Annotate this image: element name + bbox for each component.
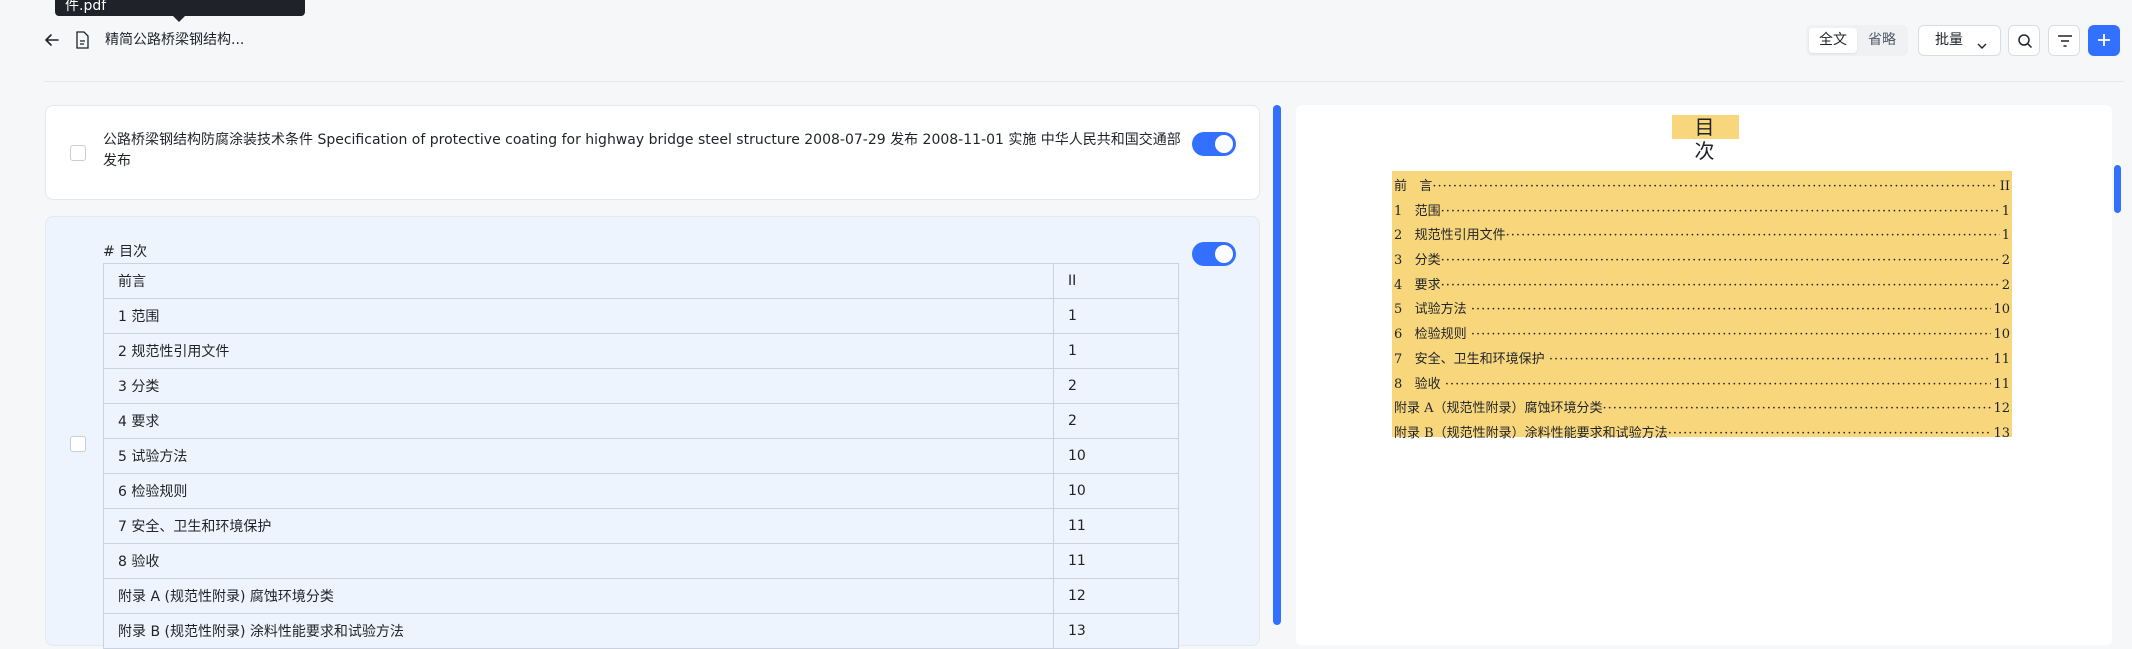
- table-row: 1 范围 1: [103, 298, 1179, 334]
- search-button[interactable]: [2008, 25, 2040, 56]
- toc-cell-label: 附录 A (规范性附录) 腐蚀环境分类: [103, 578, 1054, 614]
- toc-cell-page: 10: [1053, 473, 1179, 509]
- toc-cell-page: 12: [1053, 578, 1179, 614]
- preview-toc-highlight: 前 言 ·····································…: [1392, 171, 2012, 441]
- toc-cell-page: 2: [1053, 368, 1179, 404]
- preview-toc-line: 2 规范性引用文件 ·······························…: [1394, 228, 2010, 244]
- block-toggle[interactable]: [1192, 132, 1236, 156]
- table-row: 5 试验方法 10: [103, 438, 1179, 474]
- table-row: 3 分类 2: [103, 368, 1179, 404]
- toc-cell-page: 2: [1053, 403, 1179, 439]
- toc-cell-label: 5 试验方法: [103, 438, 1054, 474]
- filter-icon: [2058, 35, 2072, 47]
- view-mode-collapsed[interactable]: 省略: [1859, 28, 1905, 53]
- preview-toc-line: 8 验收 ···································…: [1394, 376, 2010, 392]
- tooltip-arrow: [173, 16, 185, 22]
- toc-table: 前言 II 1 范围 1 2 规范性引用文件 1 3 分类 2 4 要求 2 5 试验方法…: [103, 263, 1179, 649]
- toc-cell-page: 1: [1053, 298, 1179, 334]
- preview-toc-line: 4 要求 ····································…: [1394, 277, 2010, 293]
- preview-toc-line: 前 言 ·····································…: [1394, 179, 2010, 194]
- table-row: 7 安全、卫生和环境保护 11: [103, 508, 1179, 544]
- toc-cell-label: 6 检验规则: [103, 473, 1054, 509]
- preview-toc-line: 3 分类 ····································…: [1394, 253, 2010, 269]
- toc-cell-page: 11: [1053, 508, 1179, 544]
- block-text: 公路桥梁钢结构防腐涂装技术条件 Specification of protect…: [103, 132, 1181, 169]
- table-row: 6 检验规则 10: [103, 473, 1179, 509]
- block-toggle[interactable]: [1192, 242, 1236, 266]
- table-row: 前言 II: [103, 263, 1179, 299]
- select-checkbox[interactable]: [70, 436, 86, 452]
- content-block-toc[interactable]: # 目次 前言 II 1 范围 1 2 规范性引用文件 1 3 分类 2 4 要求 2 5…: [45, 216, 1260, 649]
- add-button[interactable]: [2088, 25, 2120, 56]
- preview-toc-line: 1 范围 ····································…: [1394, 203, 2010, 219]
- select-checkbox[interactable]: [70, 145, 86, 161]
- toc-cell-label: 3 分类: [103, 368, 1054, 404]
- batch-label: 批量: [1935, 32, 1963, 48]
- toc-cell-label: 7 安全、卫生和环境保护: [103, 508, 1054, 544]
- table-row: 2 规范性引用文件 1: [103, 333, 1179, 369]
- preview-scrollbar[interactable]: [2114, 165, 2121, 213]
- filename-tooltip: 件.pdf: [55, 0, 305, 16]
- batch-dropdown-button[interactable]: 批量: [1918, 25, 2001, 56]
- top-bar: 精简公路桥梁钢结构... 全文 省略 批量: [0, 0, 2132, 82]
- table-row: 4 要求 2: [103, 403, 1179, 439]
- table-row: 附录 A (规范性附录) 腐蚀环境分类 12: [103, 578, 1179, 614]
- toc-cell-label: 4 要求: [103, 403, 1054, 439]
- chevron-down-icon: [1976, 34, 1988, 63]
- plus-icon: [2098, 34, 2110, 46]
- toc-cell-label: 前言: [103, 263, 1054, 299]
- toc-cell-page: 13: [1053, 613, 1179, 649]
- toc-heading: # 目次: [103, 244, 148, 260]
- toc-cell-page: 10: [1053, 438, 1179, 474]
- pdf-file-icon: [74, 31, 90, 49]
- pdf-preview-pane: 目 次 前 言 ·································…: [1296, 105, 2112, 645]
- toc-cell-page: 1: [1053, 333, 1179, 369]
- preview-toc-line: 6 检验规则 ·································…: [1394, 327, 2010, 343]
- toc-cell-label: 8 验收: [103, 543, 1054, 579]
- toc-cell-label: 2 规范性引用文件: [103, 333, 1054, 369]
- table-row: 8 验收 11: [103, 543, 1179, 579]
- content-block-title[interactable]: 公路桥梁钢结构防腐涂装技术条件 Specification of protect…: [45, 105, 1260, 200]
- preview-toc-line: 7 安全、卫生和环境保护 ···························…: [1394, 351, 2010, 367]
- view-mode-switch: 全文 省略: [1806, 25, 1908, 56]
- preview-toc-title: 目 次: [1672, 115, 1739, 163]
- toc-cell-label: 1 范围: [103, 298, 1054, 334]
- toc-cell-page: 11: [1053, 543, 1179, 579]
- document-title: 精简公路桥梁钢结构...: [105, 32, 245, 48]
- filter-button[interactable]: [2048, 25, 2080, 56]
- toc-cell-page: II: [1053, 263, 1179, 299]
- preview-toc-line: 5 试验方法 ·································…: [1394, 302, 2010, 318]
- content-scrollbar[interactable]: [1273, 105, 1281, 625]
- view-mode-full[interactable]: 全文: [1809, 28, 1857, 53]
- preview-toc-line: 附录 B（规范性附录）涂料性能要求和试验方法 ··················…: [1394, 425, 2010, 441]
- table-row: 附录 B (规范性附录) 涂料性能要求和试验方法 13: [103, 613, 1179, 649]
- preview-toc-line: 附录 A（规范性附录）腐蚀环境分类 ·······················…: [1394, 401, 2010, 417]
- search-icon: [2018, 34, 2033, 49]
- toc-cell-label: 附录 B (规范性附录) 涂料性能要求和试验方法: [103, 613, 1054, 649]
- back-arrow-icon[interactable]: [42, 30, 62, 50]
- header-divider: [44, 81, 2124, 82]
